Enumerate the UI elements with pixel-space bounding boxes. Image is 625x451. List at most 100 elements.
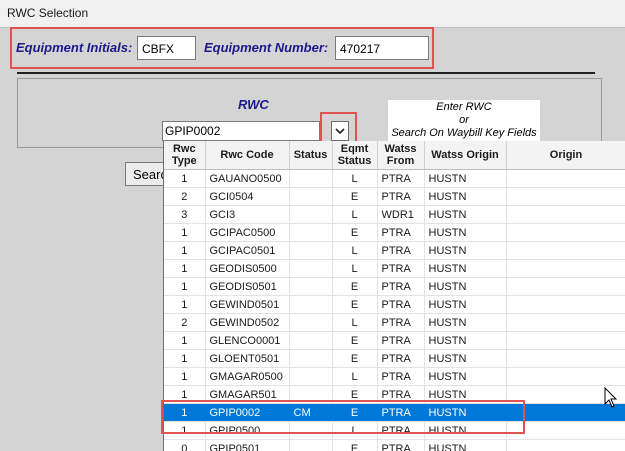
cell-origin <box>506 331 625 350</box>
mouse-pointer-icon <box>604 387 618 408</box>
cell-worigin: HUSTN <box>424 349 507 368</box>
table-row[interactable]: 1 GEODIS0500 L PTRA HUSTN <box>164 259 625 278</box>
col-header-status[interactable]: Status <box>289 141 333 170</box>
cell-code: GEODIS0501 <box>205 277 290 296</box>
cell-from: PTRA <box>377 385 425 404</box>
search-button[interactable]: Search <box>125 162 165 186</box>
rwc-combo-input[interactable]: GPIP0002 <box>162 121 320 141</box>
rwc-dropdown-list[interactable]: Rwc Type Rwc Code Status Eqmt Status Wat… <box>163 141 625 451</box>
cell-eqmt: E <box>332 385 378 404</box>
cell-eqmt: L <box>332 313 378 332</box>
col-header-watss-from[interactable]: Watss From <box>377 141 425 170</box>
chevron-down-icon <box>335 128 345 135</box>
cell-type: 2 <box>164 313 206 332</box>
cell-code: GCI0504 <box>205 187 290 206</box>
table-row[interactable]: 1 GMAGAR0500 L PTRA HUSTN <box>164 367 625 386</box>
cell-origin <box>506 439 625 451</box>
rwc-combo-dropdown-button[interactable] <box>331 121 349 141</box>
cell-code: GPIP0500 <box>205 421 290 440</box>
cell-from: PTRA <box>377 331 425 350</box>
cell-type: 1 <box>164 403 206 422</box>
note-line-3: Search On Waybill Key Fields <box>391 127 537 139</box>
table-row[interactable]: 1 GEODIS0501 E PTRA HUSTN <box>164 277 625 296</box>
cell-origin <box>506 313 625 332</box>
cell-status <box>289 349 333 368</box>
cell-type: 1 <box>164 223 206 242</box>
table-row[interactable]: 1 GAUANO0500 L PTRA HUSTN <box>164 169 625 188</box>
cell-worigin: HUSTN <box>424 367 507 386</box>
cell-eqmt: E <box>332 295 378 314</box>
cell-origin <box>506 205 625 224</box>
table-row[interactable]: 1 GMAGAR501 E PTRA HUSTN <box>164 385 625 404</box>
equipment-number-input[interactable]: 470217 <box>335 36 429 60</box>
cell-from: WDR1 <box>377 205 425 224</box>
col-header-rwc-type[interactable]: Rwc Type <box>164 141 206 170</box>
cell-origin <box>506 367 625 386</box>
col-header-eqmt-status[interactable]: Eqmt Status <box>332 141 378 170</box>
table-row[interactable]: 1 GLOENT0501 E PTRA HUSTN <box>164 349 625 368</box>
cell-status <box>289 385 333 404</box>
table-row[interactable]: 0 GPIP0501 E PTRA HUSTN <box>164 439 625 451</box>
cell-code: GCIPAC0501 <box>205 241 290 260</box>
cell-code: GPIP0002 <box>205 403 290 422</box>
cell-status <box>289 295 333 314</box>
cell-type: 1 <box>164 421 206 440</box>
cell-type: 1 <box>164 277 206 296</box>
table-row[interactable]: 1 GEWIND0501 E PTRA HUSTN <box>164 295 625 314</box>
table-row[interactable]: 2 GCI0504 E PTRA HUSTN <box>164 187 625 206</box>
cell-origin <box>506 169 625 188</box>
cell-worigin: HUSTN <box>424 385 507 404</box>
table-row[interactable]: 1 GPIP0002 CM E PTRA HUSTN <box>164 403 625 422</box>
cell-origin <box>506 187 625 206</box>
equipment-initials-input[interactable]: CBFX <box>137 36 196 60</box>
cell-type: 1 <box>164 385 206 404</box>
window-title: RWC Selection <box>7 6 89 20</box>
cell-type: 1 <box>164 367 206 386</box>
table-row[interactable]: 1 GCIPAC0501 L PTRA HUSTN <box>164 241 625 260</box>
table-row[interactable]: 1 GLENCO0001 E PTRA HUSTN <box>164 331 625 350</box>
cell-origin <box>506 259 625 278</box>
note-line-1: Enter RWC <box>436 101 492 113</box>
cell-from: PTRA <box>377 223 425 242</box>
cell-eqmt: L <box>332 241 378 260</box>
cell-origin <box>506 421 625 440</box>
cell-status <box>289 205 333 224</box>
col-header-watss-origin[interactable]: Watss Origin <box>424 141 507 170</box>
cell-origin <box>506 295 625 314</box>
cell-code: GEODIS0500 <box>205 259 290 278</box>
window-titlebar: RWC Selection <box>0 0 625 28</box>
col-header-origin[interactable]: Origin <box>506 141 625 170</box>
cell-type: 1 <box>164 349 206 368</box>
rwc-grid: Rwc Type Rwc Code Status Eqmt Status Wat… <box>164 141 625 451</box>
table-row[interactable]: 1 GCIPAC0500 E PTRA HUSTN <box>164 223 625 242</box>
cell-from: PTRA <box>377 295 425 314</box>
cell-status <box>289 439 333 451</box>
table-row[interactable]: 3 GCI3 L WDR1 HUSTN <box>164 205 625 224</box>
cell-status <box>289 331 333 350</box>
cell-status <box>289 421 333 440</box>
rwc-instructions: Enter RWC or Search On Waybill Key Field… <box>388 100 540 142</box>
cell-from: PTRA <box>377 439 425 451</box>
col-header-rwc-code[interactable]: Rwc Code <box>205 141 290 170</box>
cell-status <box>289 277 333 296</box>
cell-from: PTRA <box>377 259 425 278</box>
cell-origin <box>506 241 625 260</box>
cell-worigin: HUSTN <box>424 313 507 332</box>
cell-code: GPIP0501 <box>205 439 290 451</box>
cell-type: 1 <box>164 169 206 188</box>
cell-origin <box>506 349 625 368</box>
table-row[interactable]: 2 GEWIND0502 L PTRA HUSTN <box>164 313 625 332</box>
table-row[interactable]: 1 GPIP0500 L PTRA HUSTN <box>164 421 625 440</box>
cell-origin <box>506 223 625 242</box>
cell-status <box>289 187 333 206</box>
cell-worigin: HUSTN <box>424 241 507 260</box>
cell-from: PTRA <box>377 277 425 296</box>
cell-code: GLOENT0501 <box>205 349 290 368</box>
cell-eqmt: E <box>332 223 378 242</box>
cell-eqmt: E <box>332 187 378 206</box>
cell-worigin: HUSTN <box>424 259 507 278</box>
cell-from: PTRA <box>377 349 425 368</box>
cell-status <box>289 313 333 332</box>
cell-type: 0 <box>164 439 206 451</box>
cell-origin <box>506 277 625 296</box>
